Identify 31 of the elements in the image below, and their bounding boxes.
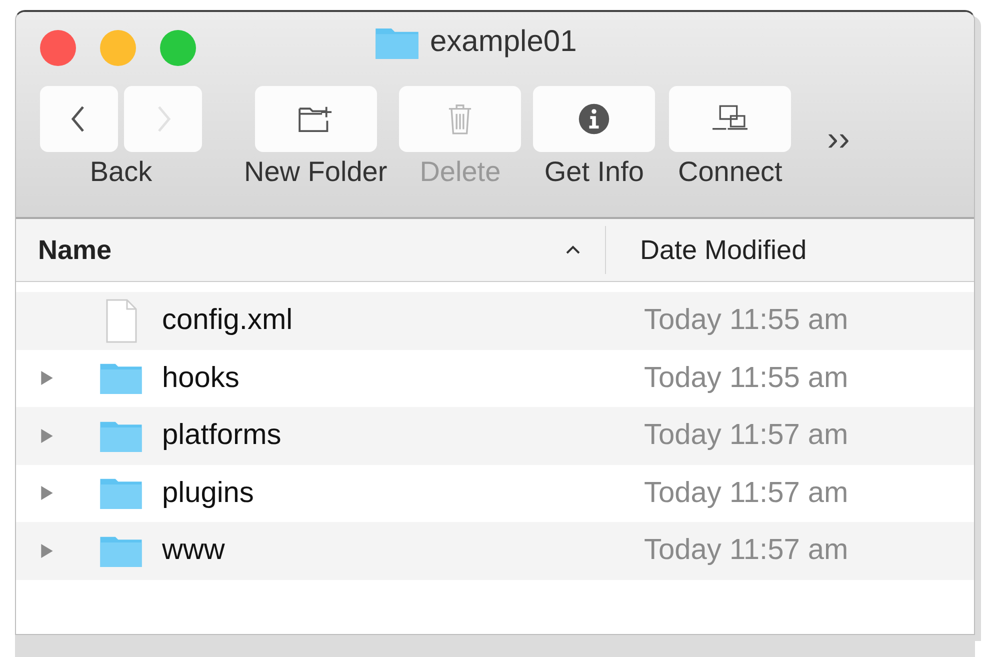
date-modified: Today 11:55 am: [643, 304, 848, 338]
file-name[interactable]: platforms: [162, 419, 282, 452]
column-header[interactable]: Date Modified: [640, 234, 807, 266]
disclosure-triangle-icon[interactable]: [40, 484, 54, 502]
window-title: example01: [430, 25, 577, 59]
folder-icon: [98, 476, 144, 510]
file-name[interactable]: plugins: [162, 476, 254, 510]
date-modified: Today 11:57 am: [643, 419, 848, 452]
file-name[interactable]: www: [162, 534, 225, 568]
disclosure-triangle-icon[interactable]: [40, 542, 54, 560]
toolbar-label: New Folder: [244, 156, 388, 188]
toolbar-label: Get Info: [544, 156, 644, 188]
close-button[interactable]: [40, 30, 76, 66]
folder-icon: [98, 361, 144, 396]
date-modified: Today 11:57 am: [643, 534, 848, 568]
toolbar-label: Back: [90, 156, 152, 188]
info-button[interactable]: [533, 86, 656, 152]
disclosure-triangle-icon[interactable]: [40, 426, 54, 445]
connect-button[interactable]: [669, 86, 792, 152]
toolbar-label: Delete: [420, 156, 501, 188]
sort-caret-icon: [565, 245, 581, 255]
toolbar-label: Connect: [678, 156, 782, 188]
new-folder-button[interactable]: [254, 86, 377, 152]
file-name[interactable]: config.xml: [162, 304, 293, 338]
zoom-button[interactable]: [160, 30, 196, 66]
overflow-button[interactable]: ››: [827, 120, 850, 159]
file-name[interactable]: hooks: [162, 362, 240, 395]
disclosure-triangle-icon[interactable]: [40, 369, 54, 388]
date-modified: Today 11:57 am: [643, 476, 848, 510]
column-header[interactable]: Name: [38, 234, 112, 266]
date-modified: Today 11:55 am: [643, 362, 848, 395]
